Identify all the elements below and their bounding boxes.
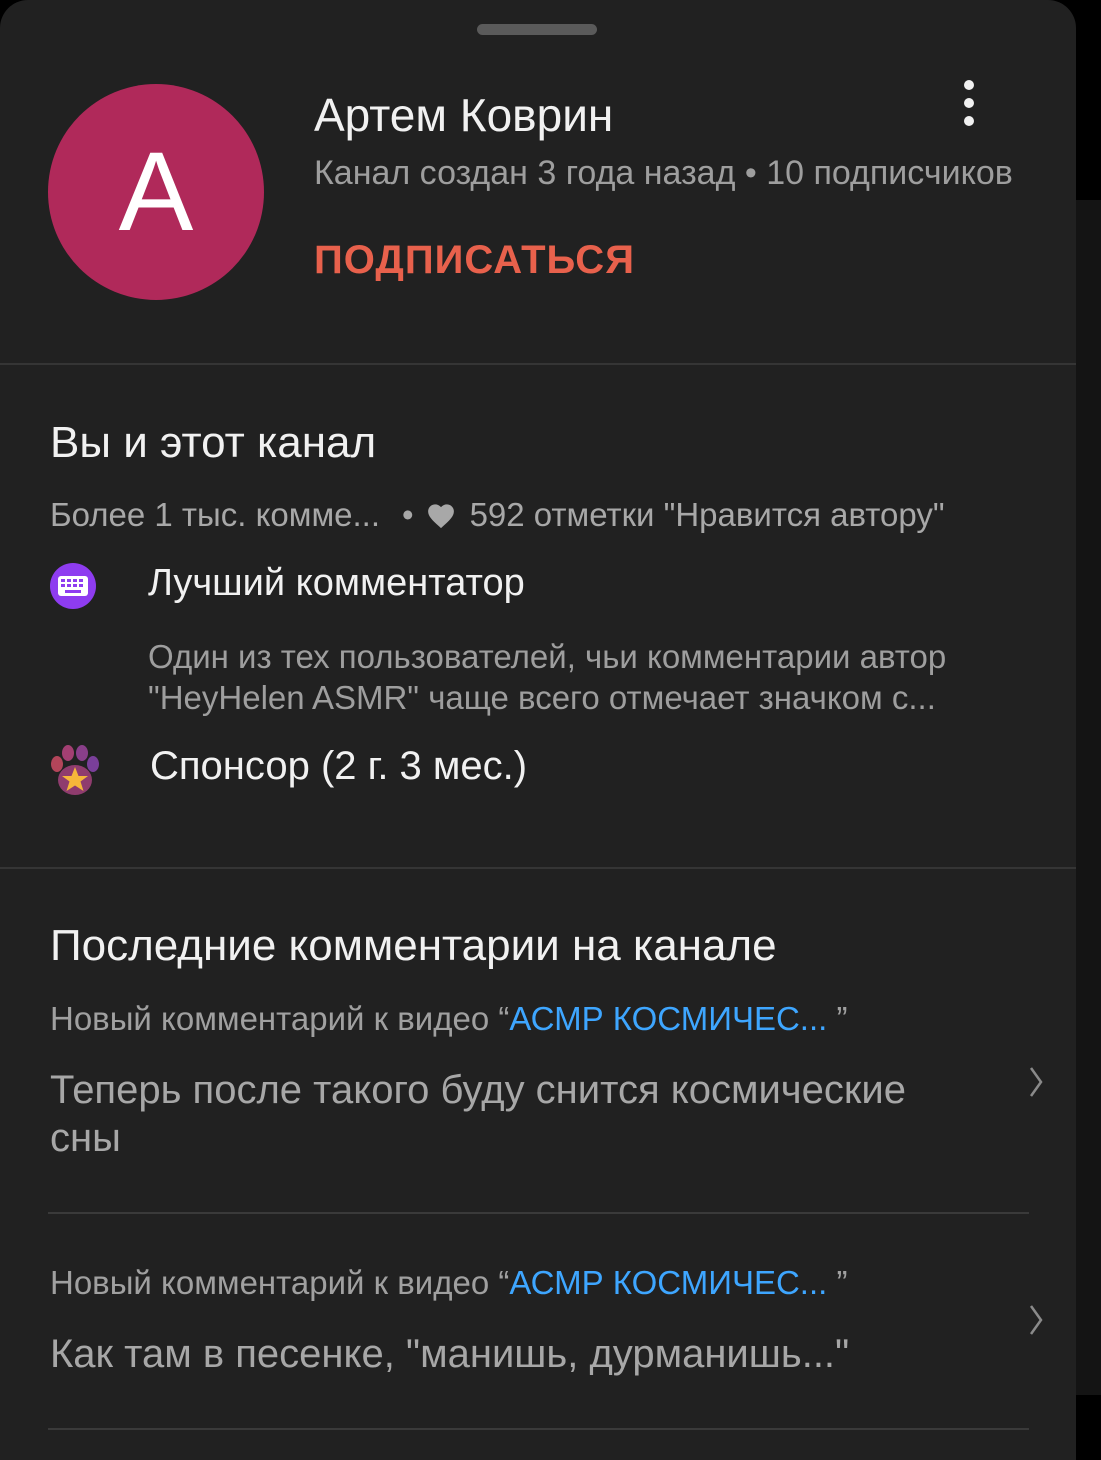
avatar[interactable]: A: [48, 84, 264, 300]
video-link[interactable]: АСМР КОСМИЧЕС...: [509, 1264, 827, 1301]
close-quote: ”: [836, 1264, 848, 1301]
scrollbar[interactable]: [1076, 200, 1101, 1395]
more-vert-icon[interactable]: [946, 74, 992, 132]
subscribe-button[interactable]: ПОДПИСАТЬСЯ: [314, 238, 635, 283]
sponsor-label: Спонсор (2 г. 3 мес.): [150, 744, 528, 788]
channel-name[interactable]: Артем Коврин: [314, 88, 613, 142]
top-commenter-description: Один из тех пользователей, чьи комментар…: [148, 636, 1074, 718]
comment-meta: Новый комментарий к видео “АСМР КОСМИЧЕС…: [50, 1264, 1040, 1302]
comment-item[interactable]: Новый комментарий к видео “АСМР КОСМИЧЕС…: [50, 1000, 1040, 1162]
relationship-stats: Более 1 тыс. комме... • 592 отметки "Нра…: [50, 496, 1076, 534]
separator-dot: •: [402, 496, 414, 533]
top-commenter-description-line2: "HeyHelen ASMR" чаще всего отмечает знач…: [148, 679, 936, 716]
keyboard-icon: [50, 563, 96, 609]
comment-divider: [48, 1212, 1029, 1214]
comment-prefix: Новый комментарий к видео: [50, 1000, 490, 1037]
heart-icon: [426, 501, 456, 529]
avatar-letter: A: [118, 129, 194, 254]
video-link[interactable]: АСМР КОСМИЧЕС...: [509, 1000, 827, 1037]
comment-prefix: Новый комментарий к видео: [50, 1264, 490, 1301]
hearts-count: 592 отметки "Нравится автору": [469, 496, 945, 533]
relationship-title: Вы и этот канал: [50, 418, 377, 467]
drag-handle[interactable]: [477, 24, 597, 35]
section-divider: [0, 363, 1076, 365]
chevron-right-icon[interactable]: [1024, 1302, 1046, 1338]
open-quote: “: [498, 1264, 510, 1301]
comment-meta: Новый комментарий к видео “АСМР КОСМИЧЕС…: [50, 1000, 1040, 1038]
comment-text: Как там в песенке, "манишь, дурманишь...…: [50, 1332, 850, 1376]
top-commenter-description-line1: Один из тех пользователей, чьи комментар…: [148, 638, 947, 675]
paw-star-badge-icon: [46, 742, 104, 800]
comment-item[interactable]: Новый комментарий к видео “АСМР КОСМИЧЕС…: [50, 1264, 1040, 1378]
top-commenter-title: Лучший комментатор: [148, 562, 525, 604]
channel-sheet: A Артем Коврин Канал создан 3 года назад…: [0, 0, 1076, 1460]
section-divider: [0, 867, 1076, 869]
chevron-right-icon[interactable]: [1024, 1064, 1046, 1100]
comment-divider: [48, 1428, 1029, 1430]
comments-count: Более 1 тыс. комме...: [50, 496, 380, 533]
recent-comments-title: Последние комментарии на канале: [50, 921, 777, 970]
open-quote: “: [498, 1000, 510, 1037]
comment-text: Теперь после такого буду снится космичес…: [50, 1068, 906, 1160]
channel-meta: Канал создан 3 года назад • 10 подписчик…: [314, 154, 1013, 192]
close-quote: ”: [836, 1000, 848, 1037]
